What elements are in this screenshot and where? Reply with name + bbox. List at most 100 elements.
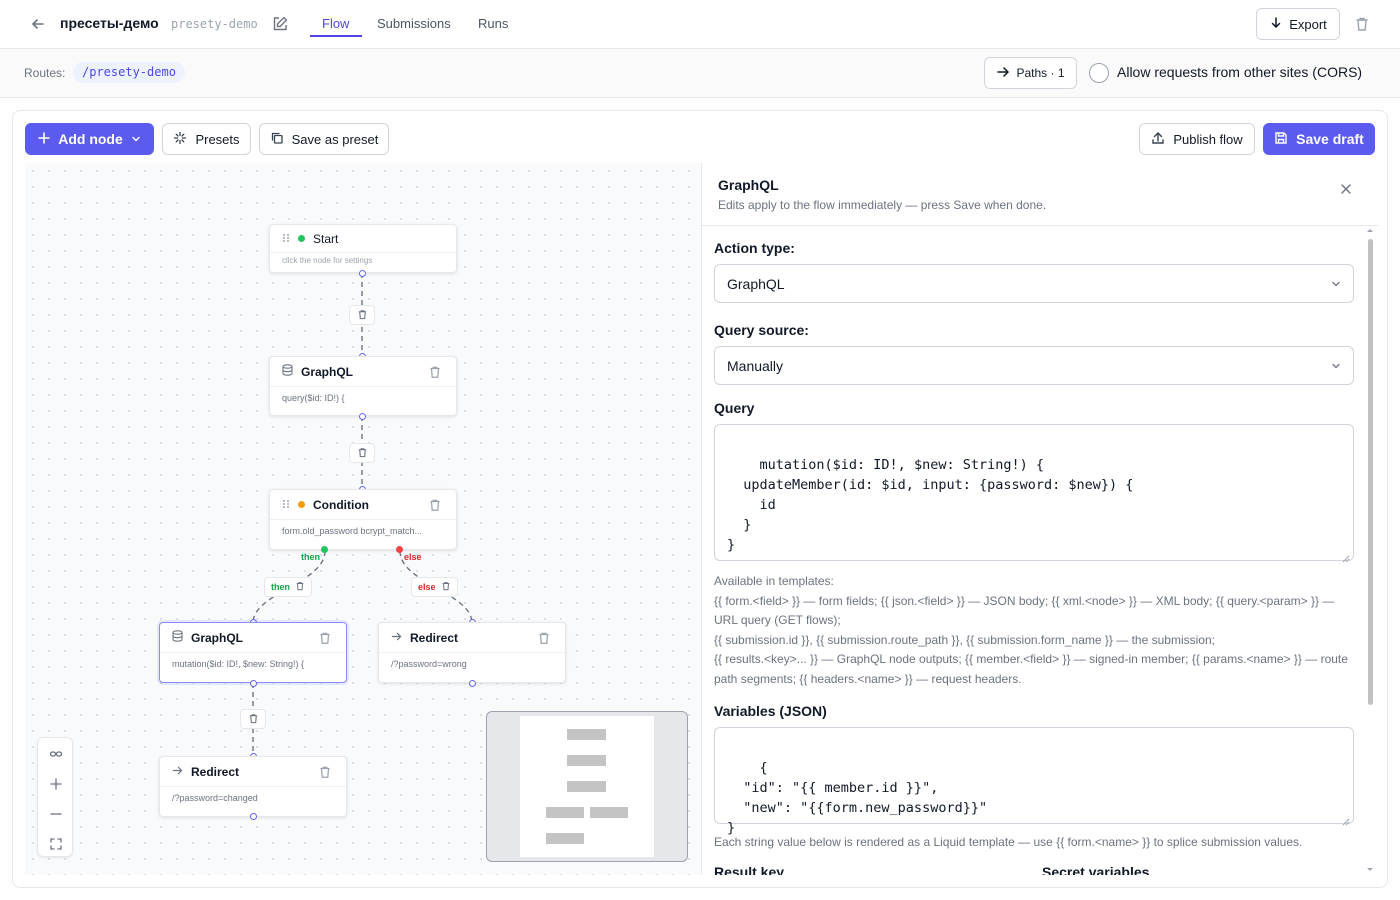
database-icon — [282, 364, 293, 379]
edit-icon[interactable] — [271, 15, 289, 33]
node-title: Redirect — [410, 630, 459, 645]
chevron-down-icon — [1331, 358, 1341, 374]
publish-flow-button[interactable]: Publish flow — [1139, 123, 1255, 155]
node-redirect-else[interactable]: Redirect /?password=wrong — [378, 622, 566, 683]
action-type-select[interactable]: GraphQL — [714, 264, 1354, 303]
trash-icon — [248, 712, 259, 727]
status-dot-icon — [298, 501, 305, 508]
minimap-node — [546, 807, 584, 818]
handle-graphql-1-out[interactable] — [359, 413, 366, 420]
tab-flow[interactable]: Flow — [322, 16, 349, 31]
download-icon — [1269, 16, 1283, 33]
sparkle-icon — [173, 131, 187, 148]
handle-start-out[interactable] — [359, 270, 366, 277]
cors-toggle[interactable] — [1089, 63, 1109, 83]
trash-icon[interactable] — [537, 631, 551, 645]
tab-submissions[interactable]: Submissions — [377, 16, 451, 31]
drag-handle-icon[interactable] — [282, 498, 290, 512]
save-as-preset-button[interactable]: Save as preset — [259, 123, 389, 155]
trash-icon[interactable] — [428, 365, 442, 379]
node-condition[interactable]: Condition form.old_password bcrypt_match… — [269, 489, 457, 550]
add-node-button[interactable]: Add node — [25, 123, 154, 155]
trash-icon[interactable] — [295, 581, 305, 593]
scrollbar-thumb[interactable] — [1368, 239, 1373, 705]
trash-icon[interactable] — [318, 765, 332, 779]
trash-icon[interactable] — [318, 631, 332, 645]
variables-text: { "id": "{{ member.id }}", "new": "{{for… — [727, 760, 988, 836]
route-chip[interactable]: /presety-demo — [73, 62, 185, 83]
save-draft-button[interactable]: Save draft — [1263, 123, 1375, 155]
handle-condition-then[interactable] — [321, 546, 328, 553]
paths-label: Paths · 1 — [1016, 66, 1065, 80]
edge-then-label[interactable]: then — [264, 577, 312, 597]
node-title: GraphQL — [301, 364, 354, 379]
query-source-select[interactable]: Manually — [714, 346, 1354, 385]
secret-variables-label: Secret variables — [1042, 864, 1150, 875]
arrow-right-icon — [172, 765, 183, 779]
fit-view-icon[interactable] — [38, 829, 74, 859]
variables-textarea[interactable]: { "id": "{{ member.id }}", "new": "{{for… — [714, 727, 1354, 836]
node-start[interactable]: Start click the node for settings — [269, 224, 457, 273]
node-graphql-1[interactable]: GraphQL query($id: ID!) { — [269, 356, 457, 416]
zoom-in-icon[interactable] — [38, 769, 74, 799]
minimap[interactable] — [486, 711, 688, 862]
node-subtitle: click the node for settings — [282, 256, 373, 265]
zoom-out-icon[interactable] — [38, 799, 74, 829]
node-title: Redirect — [191, 764, 240, 779]
node-settings-panel: GraphQL Edits apply to the flow immediat… — [701, 163, 1378, 875]
node-subtitle: form.old_password bcrypt_match... — [282, 526, 423, 536]
minimap-node — [590, 807, 628, 818]
tab-runs[interactable]: Runs — [478, 16, 508, 31]
back-arrow-icon[interactable] — [28, 14, 48, 34]
drag-handle-icon[interactable] — [282, 232, 290, 246]
else-branch-label: else — [404, 552, 422, 562]
minimap-node — [567, 729, 606, 740]
export-button[interactable]: Export — [1256, 8, 1340, 40]
help-line: {{ results.<key>... }} — GraphQL node ou… — [714, 652, 1348, 686]
handle-graphql-2-out[interactable] — [250, 680, 257, 687]
panel-header: GraphQL Edits apply to the flow immediat… — [702, 163, 1378, 226]
chevron-down-icon — [131, 131, 141, 147]
trash-icon — [357, 308, 368, 323]
node-title: GraphQL — [191, 630, 244, 645]
handle-redirect-else-out[interactable] — [469, 680, 476, 687]
edge-then-text: then — [271, 582, 290, 592]
handle-redirect-then-out[interactable] — [250, 813, 257, 820]
node-title: Condition — [313, 497, 369, 512]
variables-help: Each string value below is rendered as a… — [714, 835, 1303, 849]
flow-slug: presety-demo — [171, 17, 258, 31]
trash-icon[interactable] — [441, 581, 451, 593]
edge-delete-button[interactable] — [349, 305, 375, 325]
floppy-disk-icon — [1274, 131, 1288, 148]
edge-delete-button[interactable] — [349, 443, 375, 463]
minimap-node — [567, 781, 606, 792]
result-key-label: Result key — [714, 864, 785, 875]
flow-canvas[interactable]: Start click the node for settings GraphQ… — [25, 163, 701, 875]
query-text: mutation($id: ID!, $new: String!) { upda… — [727, 457, 1134, 553]
node-subtitle: mutation($id: ID!, $new: String!) { — [172, 659, 305, 669]
active-tab-indicator — [310, 35, 362, 37]
add-node-label: Add node — [58, 131, 123, 147]
flow-title: пресеты-демо — [60, 15, 159, 31]
edge-else-label[interactable]: else — [411, 577, 458, 597]
copy-icon — [270, 131, 284, 148]
presets-button[interactable]: Presets — [162, 123, 251, 155]
resize-grip-icon[interactable] — [1342, 812, 1350, 826]
node-redirect-then[interactable]: Redirect /?password=changed — [159, 756, 347, 817]
presets-label: Presets — [195, 131, 240, 147]
resize-grip-icon[interactable] — [1342, 549, 1350, 563]
paths-button[interactable]: Paths · 1 — [984, 57, 1077, 89]
query-source-value: Manually — [727, 357, 784, 374]
handle-condition-else[interactable] — [396, 546, 403, 553]
panel-scrollbar[interactable] — [1366, 229, 1374, 873]
close-icon[interactable] — [1338, 181, 1354, 197]
node-graphql-2[interactable]: GraphQL mutation($id: ID!, $new: String!… — [159, 622, 347, 683]
templates-help: Available in templates: {{ form.<field> … — [714, 572, 1356, 689]
delete-flow-icon[interactable] — [1353, 15, 1371, 33]
link-icon[interactable] — [38, 739, 74, 769]
zoom-controls — [37, 737, 73, 857]
top-bar: пресеты-демо presety-demo Flow Submissio… — [0, 0, 1400, 49]
edge-delete-button[interactable] — [240, 709, 266, 729]
trash-icon[interactable] — [428, 498, 442, 512]
query-textarea[interactable]: mutation($id: ID!, $new: String!) { upda… — [714, 424, 1354, 563]
